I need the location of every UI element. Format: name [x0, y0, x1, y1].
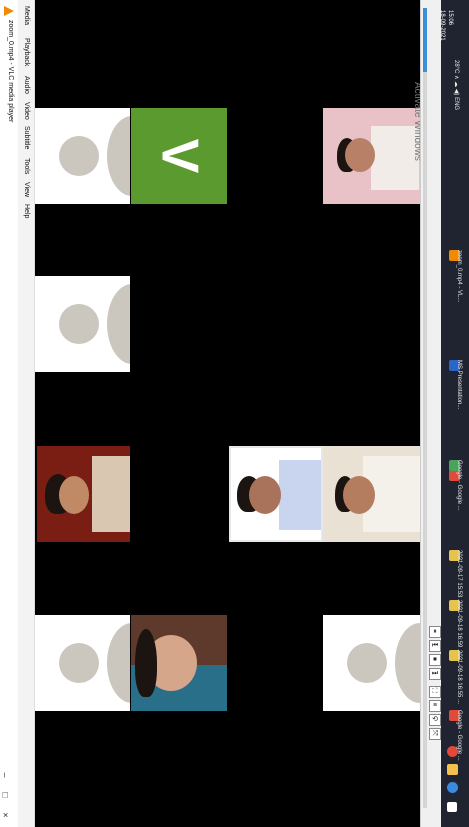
face-shape: [249, 476, 281, 514]
face-shape: [343, 476, 375, 514]
person-silhouette-body: [107, 623, 130, 703]
face-shape: [59, 476, 89, 514]
person-silhouette-icon: [59, 136, 99, 176]
player-controls: ⏸ ⏮ ⏹ ⏭ ⛶ ≡ ⟲ ⤨: [420, 0, 441, 827]
person-silhouette-icon: [59, 643, 99, 683]
windows-start-icon[interactable]: [447, 802, 457, 812]
hair-shape: [135, 629, 157, 697]
clock-date[interactable]: 18-09-2021: [439, 10, 445, 41]
playlist-button[interactable]: ≡: [429, 700, 441, 712]
participant-tile-camera: [131, 615, 227, 711]
person-silhouette-icon: [59, 304, 99, 344]
taskbar-item-label: 2021-09-18 16:55 ...: [456, 650, 462, 705]
menu-help[interactable]: Help: [23, 204, 30, 218]
menu-subtitle[interactable]: Subtitle: [23, 126, 30, 149]
taskbar-item-label: Google - Google ...: [456, 460, 462, 511]
taskbar-item-label: 2021-09-17 15:53 ...: [456, 550, 462, 605]
participant-tile-placeholder: [35, 276, 130, 372]
taskbar: Google - Google ... 2021-09-18 16:55 ... 2…: [439, 0, 469, 827]
participant-tile-placeholder: [35, 615, 130, 711]
loop-button[interactable]: ⟲: [429, 714, 441, 726]
taskbar-item-label: 2021-09-18 16:59 ...: [456, 600, 462, 655]
menu-audio[interactable]: Audio: [23, 76, 30, 94]
participant-tile-camera: [229, 446, 323, 542]
shuffle-button[interactable]: ⤨: [429, 728, 441, 740]
edge-icon[interactable]: [447, 782, 458, 793]
avatar-letter: V: [131, 108, 227, 204]
clock-time[interactable]: 15:06: [447, 10, 453, 25]
vlc-cone-icon: [4, 6, 14, 16]
menu-video[interactable]: Video: [23, 102, 30, 120]
video-area[interactable]: V Activate Windows: [35, 0, 423, 827]
person-silhouette-body: [107, 284, 130, 364]
person-silhouette-icon: [347, 643, 387, 683]
file-explorer-icon[interactable]: [447, 764, 458, 775]
menu-playback[interactable]: Playback: [23, 38, 30, 66]
fullscreen-button[interactable]: ⛶: [429, 686, 441, 698]
menu-tools[interactable]: Tools: [23, 158, 30, 174]
shirt-shape: [279, 460, 321, 530]
window-title: zoom_0.mp4 - VLC media player: [7, 20, 14, 123]
system-tray[interactable]: 28°C ∧ ☁ ◀) ENG: [453, 60, 460, 110]
taskbar-item-label: Google - Google ...: [456, 710, 462, 761]
stop-button[interactable]: ⏹: [429, 654, 441, 666]
menu-media[interactable]: Media: [23, 6, 30, 25]
participant-tile-camera: [37, 446, 130, 542]
previous-button[interactable]: ⏮: [429, 640, 441, 652]
seek-bar[interactable]: [423, 8, 427, 808]
next-button[interactable]: ⏭: [429, 668, 441, 680]
title-bar: zoom_0.mp4 - VLC media player – □ ×: [0, 0, 18, 827]
person-silhouette-body: [395, 623, 420, 703]
taskbar-item-label: zoom_0.mp4 - VL...: [456, 250, 462, 303]
participant-tile-placeholder: [323, 615, 420, 711]
menu-view[interactable]: View: [23, 182, 30, 197]
participant-tile-avatar: V: [131, 108, 227, 204]
participant-tile-camera: [323, 108, 420, 204]
pause-button[interactable]: ⏸: [429, 626, 441, 638]
minimize-button[interactable]: –: [1, 772, 11, 777]
maximize-button[interactable]: □: [1, 792, 11, 797]
taskbar-item-label: MS Presentation...: [456, 360, 462, 410]
shirt-shape: [92, 456, 130, 532]
participant-tile-camera: [323, 446, 420, 542]
close-button[interactable]: ×: [1, 812, 11, 817]
menu-bar: Media Playback Audio Video Subtitle Tool…: [18, 0, 35, 827]
person-silhouette-body: [107, 116, 130, 196]
seek-progress: [423, 8, 427, 72]
participant-tile-placeholder: [35, 108, 130, 204]
face-shape: [345, 138, 375, 172]
